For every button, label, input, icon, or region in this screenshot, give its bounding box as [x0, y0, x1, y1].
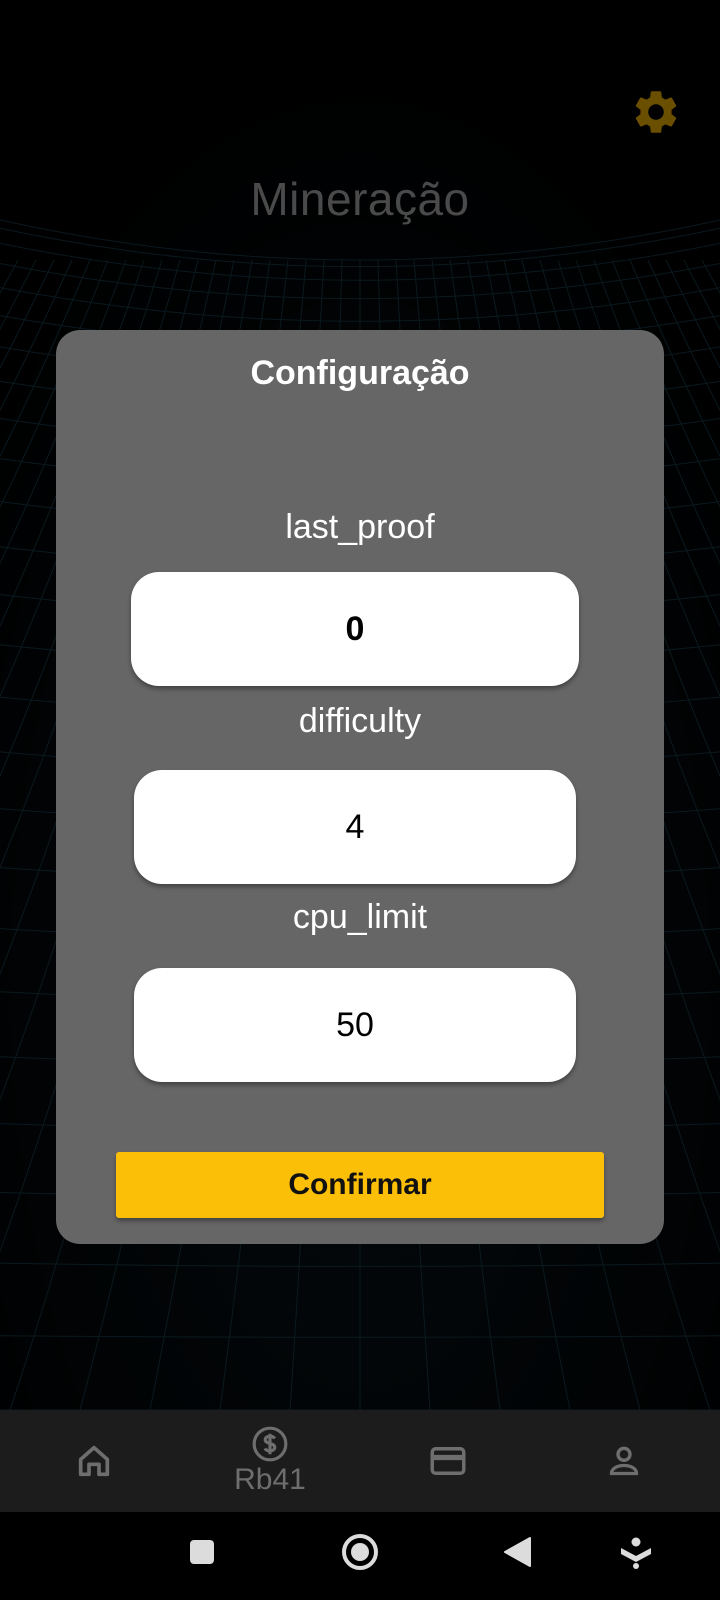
confirm-button[interactable]: Confirmar — [116, 1152, 604, 1218]
settings-button[interactable] — [630, 86, 682, 138]
assistant-button[interactable] — [618, 1534, 654, 1575]
nav-card[interactable] — [408, 1410, 488, 1512]
home-icon — [78, 1445, 110, 1477]
cpu-limit-label: cpu_limit — [292, 898, 428, 936]
cpu-limit-input[interactable]: 50 — [134, 968, 576, 1082]
gear-icon — [635, 91, 677, 133]
difficulty-input[interactable]: 4 — [134, 770, 576, 884]
home-circle-icon — [342, 1534, 378, 1570]
last-proof-input[interactable]: 0 — [131, 572, 579, 686]
page-title: Mineração — [250, 173, 470, 225]
dialog-title: Configuração — [250, 354, 470, 392]
app-screen: Mineração Configuração last_proof 0 diff… — [0, 0, 720, 1410]
dollar-circle-icon — [252, 1426, 288, 1462]
nav-profile[interactable] — [584, 1410, 664, 1512]
bottom-nav: Rb41 — [0, 1410, 720, 1512]
recents-square-icon — [190, 1540, 214, 1564]
system-navigation-bar — [0, 1512, 720, 1600]
last-proof-label: last_proof — [285, 508, 435, 546]
nav-wallet[interactable]: Rb41 — [220, 1410, 320, 1512]
difficulty-label: difficulty — [298, 702, 422, 740]
user-icon — [609, 1446, 639, 1476]
back-button[interactable] — [502, 1536, 532, 1573]
credit-card-icon — [430, 1447, 466, 1475]
recents-button[interactable] — [188, 1538, 216, 1571]
assistant-icon — [621, 1537, 651, 1569]
back-triangle-icon — [504, 1537, 531, 1567]
config-dialog: Configuração last_proof 0 difficulty 4 c… — [56, 330, 664, 1244]
nav-home[interactable] — [54, 1410, 134, 1512]
home-system-button[interactable] — [340, 1532, 380, 1577]
nav-wallet-label: Rb41 — [234, 1463, 306, 1496]
